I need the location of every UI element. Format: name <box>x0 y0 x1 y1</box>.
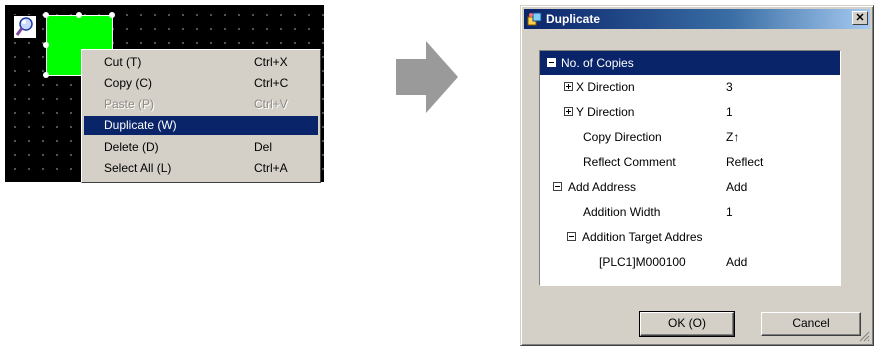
menu-item-shortcut: Ctrl+V <box>254 97 288 111</box>
copy-direction-icon[interactable]: Z↑ <box>726 125 739 150</box>
menu-item-cut[interactable]: Cut (T) Ctrl+X <box>84 53 318 72</box>
prop-row-y-direction[interactable]: Y Direction 1 <box>540 100 840 125</box>
property-grid: No. of Copies X Direction 3 Y Direction … <box>539 50 841 286</box>
menu-item-shortcut: Ctrl+C <box>254 76 289 90</box>
resize-grip-icon[interactable] <box>858 330 870 342</box>
prop-value[interactable]: Reflect <box>726 150 763 175</box>
prop-label: X Direction <box>576 80 635 94</box>
selection-handle[interactable] <box>76 12 82 18</box>
menu-item-duplicate[interactable]: Duplicate (W) <box>84 116 318 135</box>
collapse-icon[interactable] <box>567 232 576 241</box>
menu-item-paste[interactable]: Paste (P) Ctrl+V <box>84 95 318 114</box>
menu-item-label: Delete (D) <box>104 140 159 154</box>
collapse-icon[interactable] <box>547 58 556 67</box>
prop-value[interactable]: Add <box>726 175 747 200</box>
prop-label: Addition Target Addres <box>582 230 703 244</box>
menu-item-copy[interactable]: Copy (C) Ctrl+C <box>84 74 318 93</box>
prop-row-add-address[interactable]: Add Address Add <box>540 175 840 200</box>
menu-item-label: Duplicate (W) <box>104 118 177 132</box>
group-header-no-of-copies[interactable]: No. of Copies <box>540 51 840 75</box>
prop-label: Addition Width <box>583 205 661 219</box>
right-arrow-icon <box>396 41 458 113</box>
close-button[interactable]: ✕ <box>852 11 868 25</box>
prop-value[interactable]: 1 <box>726 100 733 125</box>
editor-canvas[interactable]: Cut (T) Ctrl+X Copy (C) Ctrl+C Paste (P)… <box>5 5 324 183</box>
menu-item-label: Paste (P) <box>104 97 155 111</box>
expand-icon[interactable] <box>564 107 573 116</box>
prop-row-x-direction[interactable]: X Direction 3 <box>540 75 840 100</box>
prop-label: Y Direction <box>576 105 635 119</box>
menu-item-select-all[interactable]: Select All (L) Ctrl+A <box>84 159 318 178</box>
prop-row-plc-address[interactable]: [PLC1]M000100 Add <box>540 250 840 275</box>
prop-value[interactable]: Add <box>726 250 747 275</box>
ok-button[interactable]: OK (O) <box>639 311 735 337</box>
selection-handle[interactable] <box>43 72 49 78</box>
duplicate-dialog: Duplicate ✕ No. of Copies X Direction 3 … <box>520 5 874 346</box>
prop-row-addition-target[interactable]: Addition Target Addres <box>540 225 840 250</box>
prop-label: Reflect Comment <box>583 155 676 169</box>
selection-handle[interactable] <box>43 42 49 48</box>
selection-handle[interactable] <box>109 12 115 18</box>
prop-row-reflect-comment[interactable]: Reflect Comment Reflect <box>540 150 840 175</box>
prop-value[interactable]: 3 <box>726 75 733 100</box>
menu-item-delete[interactable]: Delete (D) Del <box>84 138 318 157</box>
menu-item-shortcut: Del <box>254 140 273 154</box>
group-label: No. of Copies <box>561 56 634 70</box>
prop-label: Copy Direction <box>583 130 662 144</box>
prop-label: [PLC1]M000100 <box>599 255 686 269</box>
selection-handle[interactable] <box>43 12 49 18</box>
title-bar[interactable]: Duplicate ✕ <box>524 9 870 29</box>
close-icon: ✕ <box>855 12 865 24</box>
menu-item-label: Select All (L) <box>104 161 172 175</box>
collapse-icon[interactable] <box>553 182 562 191</box>
prop-value[interactable]: 1 <box>726 200 733 225</box>
menu-item-label: Copy (C) <box>104 76 153 90</box>
context-menu: Cut (T) Ctrl+X Copy (C) Ctrl+C Paste (P)… <box>81 49 321 183</box>
duplicate-app-icon <box>527 12 542 26</box>
cancel-button[interactable]: Cancel <box>761 312 861 336</box>
menu-item-shortcut: Ctrl+X <box>254 55 288 69</box>
magnifier-icon[interactable] <box>13 15 37 39</box>
menu-item-shortcut: Ctrl+A <box>254 161 288 175</box>
menu-item-label: Cut (T) <box>104 55 142 69</box>
expand-icon[interactable] <box>564 82 573 91</box>
prop-label: Add Address <box>568 180 637 194</box>
prop-row-copy-direction[interactable]: Copy Direction Z↑ <box>540 125 840 150</box>
dialog-title: Duplicate <box>546 12 601 26</box>
prop-row-addition-width[interactable]: Addition Width 1 <box>540 200 840 225</box>
